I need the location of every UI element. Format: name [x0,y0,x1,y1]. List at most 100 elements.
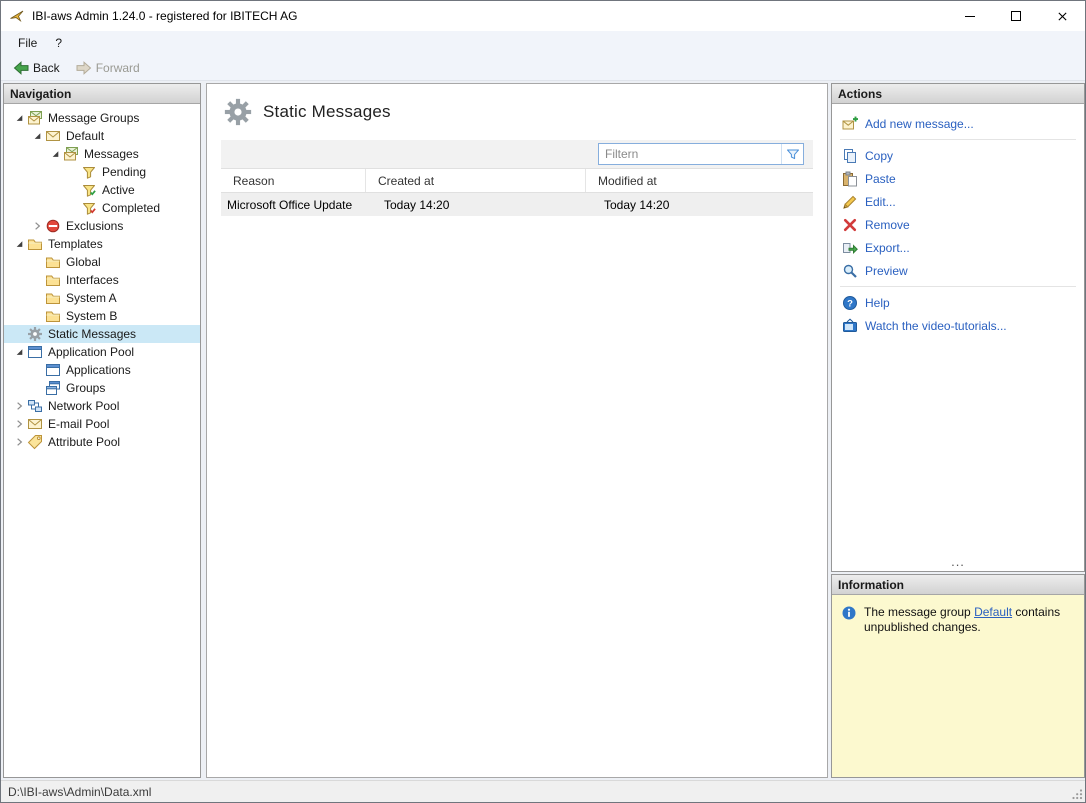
collapse-arrow-icon[interactable] [30,218,45,234]
tree-item-system-a[interactable]: System A [4,289,200,307]
tree-item-interfaces[interactable]: Interfaces [4,271,200,289]
tree-item-templates[interactable]: Templates [4,235,200,253]
action-export[interactable]: Export... [832,236,1084,259]
minimize-icon [965,15,975,17]
collapse-arrow-icon[interactable] [12,434,27,450]
action-paste[interactable]: Paste [832,167,1084,190]
tree-item-active[interactable]: Active [4,181,200,199]
expand-arrow-icon[interactable] [12,344,27,360]
maximize-button[interactable] [993,1,1039,31]
folder-icon [45,308,61,324]
tree-item-pending[interactable]: Pending [4,163,200,181]
filter-funnel-icon [785,146,801,162]
action-add-new-message[interactable]: Add new message... [832,112,1084,135]
expand-arrow-icon[interactable] [48,146,63,162]
tree-item-messages[interactable]: Messages [4,145,200,163]
tree-item-static-messages[interactable]: Static Messages [4,325,200,343]
forward-button[interactable]: Forward [70,58,146,78]
column-header-modified-at[interactable]: Modified at [586,169,813,192]
action-preview-label: Preview [865,263,908,278]
message-group-icon [45,128,61,144]
remove-icon [842,217,858,233]
table-row[interactable]: Microsoft Office Update Today 14:20 Toda… [221,193,813,216]
back-button[interactable]: Back [7,58,66,78]
column-header-reason[interactable]: Reason [221,169,366,192]
folder-icon [45,254,61,270]
tree-item-application-pool[interactable]: Application Pool [4,343,200,361]
expand-arrow-icon[interactable] [30,128,45,144]
attribute-pool-icon [27,434,43,450]
main-content: Static Messages Reason Created at Modifi… [206,83,828,778]
app-icon [9,8,25,24]
email-pool-icon [27,416,43,432]
expand-arrow-icon[interactable] [12,110,27,126]
forward-arrow-icon [76,60,92,76]
messages-icon [63,146,79,162]
actions-panel: Actions Add new message... Copy Paste Ed… [831,83,1085,572]
tree-item-applications[interactable]: Applications [4,361,200,379]
information-panel: Information The message group Default co… [831,574,1085,778]
action-help[interactable]: Help [832,291,1084,314]
filter-button[interactable] [781,144,803,164]
tree-item-default[interactable]: Default [4,127,200,145]
actions-separator [840,139,1076,140]
collapse-arrow-icon[interactable] [12,398,27,414]
statusbar-path: D:\IBI-aws\Admin\Data.xml [8,784,152,799]
tree-item-groups[interactable]: Groups [4,379,200,397]
edit-pencil-icon [842,194,858,210]
groups-icon [45,380,61,396]
forward-label: Forward [95,60,140,75]
column-header-created-at[interactable]: Created at [366,169,586,192]
tree-item-email-pool[interactable]: E-mail Pool [4,415,200,433]
menu-help[interactable]: ? [46,33,71,53]
cell-reason: Microsoft Office Update [227,197,353,212]
app-window: IBI-aws Admin 1.24.0 - registered for IB… [0,0,1086,803]
export-icon [842,240,858,256]
templates-icon [27,236,43,252]
action-copy[interactable]: Copy [832,144,1084,167]
tree-item-network-pool[interactable]: Network Pool [4,397,200,415]
tree-item-attribute-pool[interactable]: Attribute Pool [4,433,200,451]
video-tutorials-tv-icon [842,318,858,334]
resize-grip-icon[interactable] [1071,788,1083,800]
navigation-panel: Navigation Message Groups Default Messag… [3,83,201,778]
message-groups-icon [27,110,43,126]
gear-icon [27,326,43,342]
collapse-arrow-icon[interactable] [12,416,27,432]
tree-item-system-b[interactable]: System B [4,307,200,325]
default-group-link[interactable]: Default [974,605,1012,619]
actions-overflow-gripper[interactable]: ... [832,555,1084,571]
application-pool-icon [27,344,43,360]
page-header: Static Messages [207,84,827,140]
close-button[interactable] [1039,1,1085,31]
action-export-label: Export... [865,240,910,255]
right-column: Actions Add new message... Copy Paste Ed… [831,83,1085,778]
information-message: The message group Default contains unpub… [832,595,1084,645]
titlebar: IBI-aws Admin 1.24.0 - registered for IB… [1,1,1085,31]
table-header-row: Reason Created at Modified at [221,168,813,193]
paste-icon [842,171,858,187]
cell-created-at: Today 14:20 [384,197,450,212]
filter-input-wrapper [598,143,804,165]
back-arrow-icon [13,60,29,76]
expand-arrow-icon[interactable] [12,236,27,252]
close-icon [1057,11,1068,22]
tree-item-message-groups[interactable]: Message Groups [4,109,200,127]
minimize-button[interactable] [947,1,993,31]
action-edit[interactable]: Edit... [832,190,1084,213]
information-header: Information [832,575,1084,595]
action-video-tutorials-label: Watch the video-tutorials... [865,318,1007,333]
static-messages-gear-icon [223,97,253,127]
menu-file[interactable]: File [9,33,46,53]
action-edit-label: Edit... [865,194,896,209]
tree-item-exclusions[interactable]: Exclusions [4,217,200,235]
page-title: Static Messages [263,102,391,121]
tree-item-completed[interactable]: Completed [4,199,200,217]
action-add-new-message-label: Add new message... [865,116,974,131]
filter-input[interactable] [599,145,781,163]
messages-table: Reason Created at Modified at Microsoft … [221,140,813,216]
action-remove[interactable]: Remove [832,213,1084,236]
action-preview[interactable]: Preview [832,259,1084,282]
action-video-tutorials[interactable]: Watch the video-tutorials... [832,314,1084,337]
tree-item-global[interactable]: Global [4,253,200,271]
